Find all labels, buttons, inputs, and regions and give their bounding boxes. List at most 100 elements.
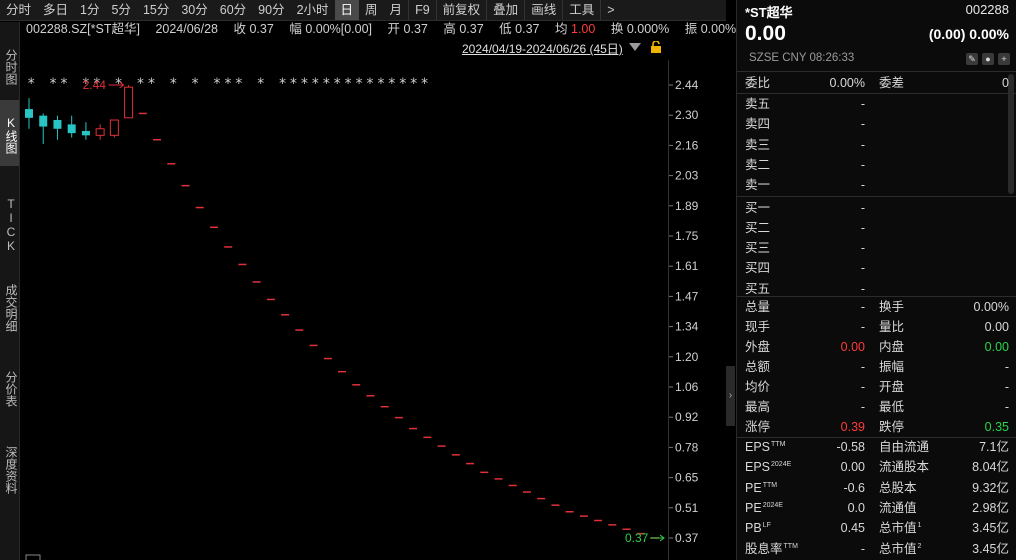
period-tab-5[interactable]: 30分 <box>175 0 213 20</box>
weibi-row-label2: 委差 <box>879 76 905 90</box>
order-book-row-8-label: 买四 <box>745 261 771 276</box>
period-tab-0[interactable]: 分时 <box>0 0 37 20</box>
add-icon[interactable]: + <box>998 53 1010 65</box>
candle-12 <box>195 206 204 209</box>
fund-row-3-value: 0.0 <box>847 500 865 515</box>
candle-2 <box>53 115 62 140</box>
stat-row-2-label: 外盘 <box>745 340 771 354</box>
fund-row-0: EPSTTM -0.58 自由流通 7.1亿 <box>737 437 1016 457</box>
axis-divider <box>668 60 669 560</box>
left-tab-0[interactable]: 分时图 <box>0 32 19 98</box>
y-tick-label-3: 2.03 <box>675 169 699 183</box>
edit-icon[interactable]: ✎ <box>966 53 978 65</box>
candle-19 <box>295 329 304 331</box>
fund-row-3-label2: 流通值 <box>879 500 917 515</box>
stat-row-0-label: 总量 <box>745 300 771 314</box>
stat-row-6-label: 涨停 <box>745 420 771 434</box>
close-label: 收 <box>233 22 246 36</box>
turnover-label: 换 <box>610 22 624 36</box>
left-tab-5[interactable]: 深度资料 <box>0 426 19 510</box>
tool-button-4[interactable]: 工具 <box>562 0 600 20</box>
fund-row-5-label: 股息率TTM <box>745 541 798 556</box>
tool-button-2[interactable]: 叠加 <box>486 0 524 20</box>
low-value: 0.37 <box>515 22 540 36</box>
amp-value: 0.00%[0.00] <box>305 22 373 36</box>
candle-5 <box>95 124 105 140</box>
order-book-row-0-label: 卖五 <box>745 97 771 111</box>
stat-row-5-label: 最高 <box>745 400 771 414</box>
period-tab-2[interactable]: 1分 <box>74 0 105 20</box>
candle-10 <box>167 163 176 165</box>
stat-row-4-label: 均价 <box>745 380 771 394</box>
period-tab-1[interactable]: 多日 <box>37 0 74 20</box>
period-tab-11[interactable]: 月 <box>384 0 409 20</box>
fund-row-4-label2-sup: 1 <box>917 522 922 530</box>
candle-21 <box>323 357 332 360</box>
candle-26 <box>394 416 403 419</box>
period-tab-7[interactable]: 90分 <box>252 0 290 20</box>
left-tab-4[interactable]: 分价表 <box>0 354 19 420</box>
bell-icon[interactable]: ● <box>982 53 994 65</box>
swing-label: 振 <box>684 22 698 36</box>
fund-row-1: EPS2024E 0.00 流通股本 8.04亿 <box>737 457 1016 477</box>
turnover-value: 0.000% <box>626 22 670 36</box>
period-tab-4[interactable]: 15分 <box>137 0 175 20</box>
more-chevron-icon[interactable]: > <box>600 0 620 20</box>
stat-row-0-label2: 换手 <box>879 300 905 314</box>
order-book-row-5: 买一 - <box>737 198 1016 218</box>
fund-row-5-label-sup: TTM <box>783 542 798 550</box>
order-book-row-2-value: - <box>860 137 865 152</box>
exchange-meta: SZSE CNY 08:26:33 <box>749 52 855 64</box>
candle-41 <box>608 524 617 526</box>
candle-27 <box>409 427 418 430</box>
stat-row-6-label2: 跌停 <box>879 420 905 434</box>
caret-down-icon[interactable] <box>629 43 641 51</box>
tool-button-1[interactable]: 前复权 <box>435 0 487 20</box>
candle-28 <box>423 436 432 439</box>
stat-row-5-label2: 最低 <box>879 400 905 414</box>
stat-row-1-value: - <box>860 320 865 334</box>
candle-32 <box>480 471 489 474</box>
stat-row-3-label2: 振幅 <box>879 360 905 374</box>
fund-row-3-value2: 2.98亿 <box>972 500 1009 515</box>
date-range-selector[interactable]: 2024/04/19-2024/06/26 (45日) <box>462 40 623 57</box>
period-tab-6[interactable]: 60分 <box>214 0 252 20</box>
collapse-panel-handle[interactable]: › <box>726 366 735 426</box>
stat-row-4-label2: 开盘 <box>879 380 905 394</box>
fund-row-3-label-sup: 2024E <box>762 501 783 509</box>
candle-29 <box>437 445 446 447</box>
tool-button-0[interactable]: F9 <box>408 0 436 20</box>
fund-row-4-value2: 3.45亿 <box>972 521 1009 536</box>
stat-row-3: 总额 - 振幅 - <box>737 357 1016 377</box>
candle-35 <box>522 491 531 493</box>
avg-label: 均 <box>555 22 568 36</box>
stat-row-3-label: 总额 <box>745 360 771 374</box>
stat-row-5: 最高 - 最低 - <box>737 397 1016 417</box>
tool-button-3[interactable]: 画线 <box>524 0 562 20</box>
scroll-box-icon <box>25 554 41 560</box>
candle-7 <box>124 85 134 119</box>
candle-37 <box>551 504 560 506</box>
kline-chart[interactable]: 2.44 2.30 2.16 2.03 1.89 1.75 1.61 1.47 1.34 1.20… <box>20 60 726 560</box>
order-book-row-5-value: - <box>860 200 865 215</box>
stat-row-2: 外盘 0.00 内盘 0.00 <box>737 337 1016 357</box>
period-tab-3[interactable]: 5分 <box>105 0 136 20</box>
left-tab-2[interactable]: TICK <box>0 190 19 256</box>
y-tick-label-8: 1.34 <box>675 320 699 334</box>
order-book-row-1: 卖四 - <box>737 114 1016 134</box>
high-value: 0.37 <box>459 22 484 36</box>
left-view-tabs: 分时图 K线图 TICK 成交明细分价表深度资料 <box>0 22 20 560</box>
period-tab-9[interactable]: 日 <box>334 0 360 20</box>
lock-icon[interactable] <box>650 41 662 53</box>
left-tab-3[interactable]: 成交明细 <box>0 264 19 348</box>
y-tick-label-13: 0.65 <box>675 471 699 485</box>
last-price: 0.00 <box>745 22 786 45</box>
left-tab-1[interactable]: K线图 <box>0 100 19 166</box>
y-tick-label-11: 0.92 <box>675 410 699 424</box>
y-tick-label-4: 1.89 <box>675 199 699 213</box>
fund-row-3-label: PE2024E <box>745 500 783 515</box>
period-tab-10[interactable]: 周 <box>359 0 384 20</box>
period-tab-8[interactable]: 2小时 <box>291 0 335 20</box>
stat-row-4: 均价 - 开盘 - <box>737 377 1016 397</box>
fund-row-1-value: 0.00 <box>840 460 865 475</box>
